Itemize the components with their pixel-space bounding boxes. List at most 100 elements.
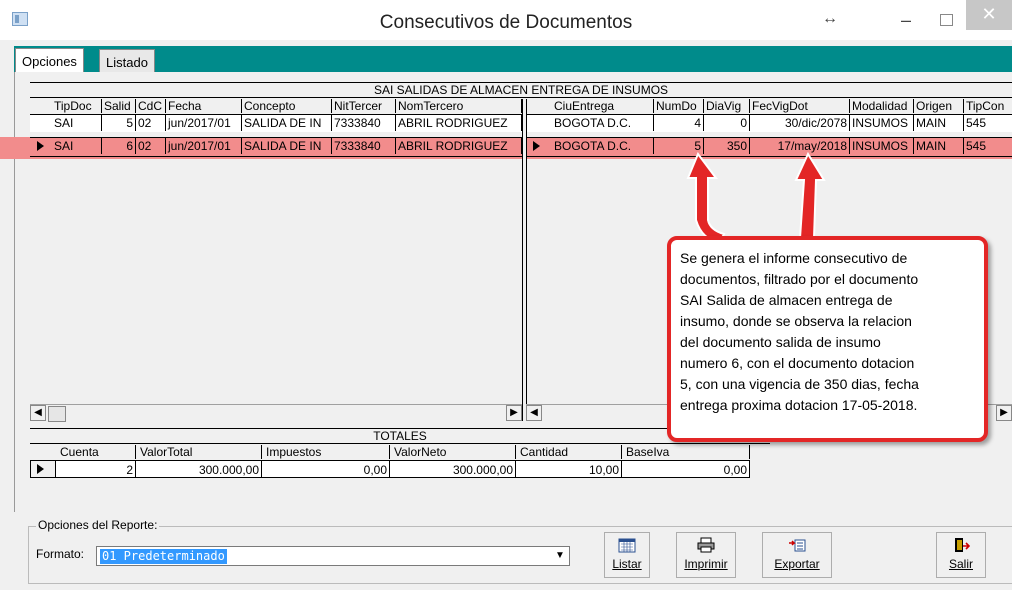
column-header-diavig[interactable]: DiaVig	[704, 99, 750, 113]
cell-numdo[interactable]: 4	[654, 115, 704, 131]
exit-door-icon	[952, 537, 971, 553]
totals-header-valortotal: ValorTotal	[136, 445, 262, 459]
column-header-ciuentrega[interactable]: CiuEntrega	[552, 99, 654, 113]
report-options-legend: Opciones del Reporte:	[36, 518, 160, 532]
annotation-line: 5, con una vigencia de 350 dias, fecha	[680, 376, 919, 392]
scroll-right-icon[interactable]: ▶	[506, 405, 522, 421]
cell-tipcon[interactable]: 545	[964, 115, 1012, 131]
arrow-to-fecvigdot-icon	[794, 151, 826, 239]
annotation-line: insumo, donde se observa la relacion	[680, 313, 912, 329]
calendar-icon	[618, 537, 636, 553]
tab-listado[interactable]: Listado	[99, 49, 155, 72]
listar-label: Listar	[612, 557, 642, 571]
column-header-cdc[interactable]: CdC	[136, 99, 166, 113]
totals-header-valorneto: ValorNeto	[390, 445, 516, 459]
cell-ciuentrega[interactable]: BOGOTA D.C.	[552, 115, 654, 131]
cell-diavig[interactable]: 0	[704, 115, 750, 131]
scroll-left-icon[interactable]: ◀	[30, 405, 46, 421]
annotation-line: documentos, filtrado por el documento	[680, 271, 919, 287]
grid-title: SAI SALIDAS DE ALMACEN ENTREGA DE INSUMO…	[30, 82, 1012, 97]
chevron-down-icon[interactable]: ▼	[551, 547, 569, 565]
left-hscrollbar[interactable]: ◀ ▶	[30, 404, 522, 422]
window-title: Consecutivos de Documentos	[379, 12, 633, 33]
scroll-thumb[interactable]	[48, 406, 66, 422]
imprimir-label: Imprimir	[684, 557, 728, 571]
tab-opciones[interactable]: Opciones	[15, 48, 84, 74]
row-pointer-icon	[37, 464, 44, 474]
scroll-left-icon[interactable]: ◀	[526, 405, 542, 421]
cell-origen[interactable]: MAIN	[914, 138, 964, 154]
column-header-nittercer[interactable]: NitTercer	[332, 99, 396, 113]
totals-header-baseiva: BaseIva	[622, 445, 750, 459]
totals-baseiva: 0,00	[622, 460, 750, 478]
cell-cdc[interactable]: 02	[136, 138, 166, 154]
minimize-button[interactable]: –	[888, 4, 924, 34]
annotation-text: Se genera el informe consecutivo de docu…	[680, 248, 980, 416]
column-header-tipdoc[interactable]: TipDoc	[52, 99, 102, 113]
totals-header-cuenta: Cuenta	[56, 445, 136, 459]
cell-fecvigdot[interactable]: 30/dic/2078	[750, 115, 850, 131]
export-icon	[788, 537, 806, 553]
cell-tipdoc[interactable]: SAI	[52, 138, 102, 154]
cell-nit[interactable]: 7333840	[332, 115, 396, 131]
cell-salid[interactable]: 6	[102, 138, 136, 154]
cell-salid[interactable]: 5	[102, 115, 136, 131]
totals-title: TOTALES	[30, 428, 770, 444]
totals-cuenta: 2	[56, 460, 136, 478]
annotation-arrows	[686, 151, 826, 244]
cell-nomtercero[interactable]: ABRIL RODRIGUEZ	[396, 115, 522, 131]
cell-concepto[interactable]: SALIDA DE IN	[242, 138, 332, 154]
cell-fecha[interactable]: 01/jun/2017	[166, 138, 242, 154]
cell-origen[interactable]: MAIN	[914, 115, 964, 131]
column-header-modalidad[interactable]: Modalidad	[850, 99, 914, 113]
cell-tipcon[interactable]: 545	[964, 138, 1012, 154]
column-header-numdo[interactable]: NumDo	[654, 99, 704, 113]
arrow-to-diavig-icon	[686, 152, 726, 244]
totals-header-impuestos: Impuestos	[262, 445, 390, 459]
cell-cdc[interactable]: 02	[136, 115, 166, 131]
cell-ciuentrega[interactable]: BOGOTA D.C.	[552, 138, 654, 154]
column-header-fecvigdot[interactable]: FecVigDot	[750, 99, 850, 113]
annotation-line: entrega proxima dotacion 17-05-2018.	[680, 397, 918, 413]
printer-icon	[697, 537, 715, 553]
column-header-concepto[interactable]: Concepto	[242, 99, 332, 113]
salir-label: Salir	[948, 557, 973, 571]
listar-button[interactable]: Listar	[604, 532, 650, 578]
cell-concepto[interactable]: SALIDA DE IN	[242, 115, 332, 131]
tab-strip	[14, 46, 1012, 72]
close-button[interactable]: ✕	[966, 0, 1012, 30]
totals-header-cantidad: Cantidad	[516, 445, 622, 459]
totals-impuestos: 0,00	[262, 460, 390, 478]
format-label: Formato:	[36, 547, 85, 561]
maximize-icon	[940, 14, 953, 26]
totals-cantidad: 10,00	[516, 460, 622, 478]
salir-button[interactable]: Salir	[936, 532, 986, 578]
column-header-salid[interactable]: Salid	[102, 99, 136, 113]
cell-nit[interactable]: 7333840	[332, 138, 396, 154]
annotation-line: SAI Salida de almacen entrega de	[680, 292, 893, 308]
totals-valortotal: 300.000,00	[136, 460, 262, 478]
imprimir-button[interactable]: Imprimir	[676, 532, 736, 578]
column-header-nomtercero[interactable]: NomTercero	[396, 99, 522, 113]
format-select-value[interactable]: 01 Predeterminado	[100, 549, 227, 564]
annotation-line: Se genera el informe consecutivo de	[680, 250, 908, 266]
row-pointer-icon	[37, 141, 44, 151]
resize-arrows-icon: ↔	[822, 10, 838, 27]
cell-nomtercero[interactable]: ABRIL RODRIGUEZ	[396, 138, 522, 154]
cell-modalidad[interactable]: INSUMOS	[850, 138, 914, 154]
cell-fecha[interactable]: 01/jun/2017	[166, 115, 242, 131]
scroll-right-icon[interactable]: ▶	[996, 405, 1012, 421]
cell-modalidad[interactable]: INSUMOS	[850, 115, 914, 131]
row-pointer-icon	[533, 141, 540, 151]
column-header-tipcon[interactable]: TipCon	[964, 99, 1012, 113]
exportar-label: Exportar	[774, 557, 820, 571]
annotation-line: del documento salida de insumo	[680, 334, 881, 350]
cell-tipdoc[interactable]: SAI	[52, 115, 102, 131]
totals-valorneto: 300.000,00	[390, 460, 516, 478]
maximize-button[interactable]	[928, 4, 964, 34]
exportar-button[interactable]: Exportar	[762, 532, 832, 578]
annotation-line: numero 6, con el documento dotacion	[680, 355, 915, 371]
column-header-fecha[interactable]: Fecha	[166, 99, 242, 113]
grid-splitter[interactable]	[522, 99, 527, 421]
column-header-origen[interactable]: Origen	[914, 99, 964, 113]
